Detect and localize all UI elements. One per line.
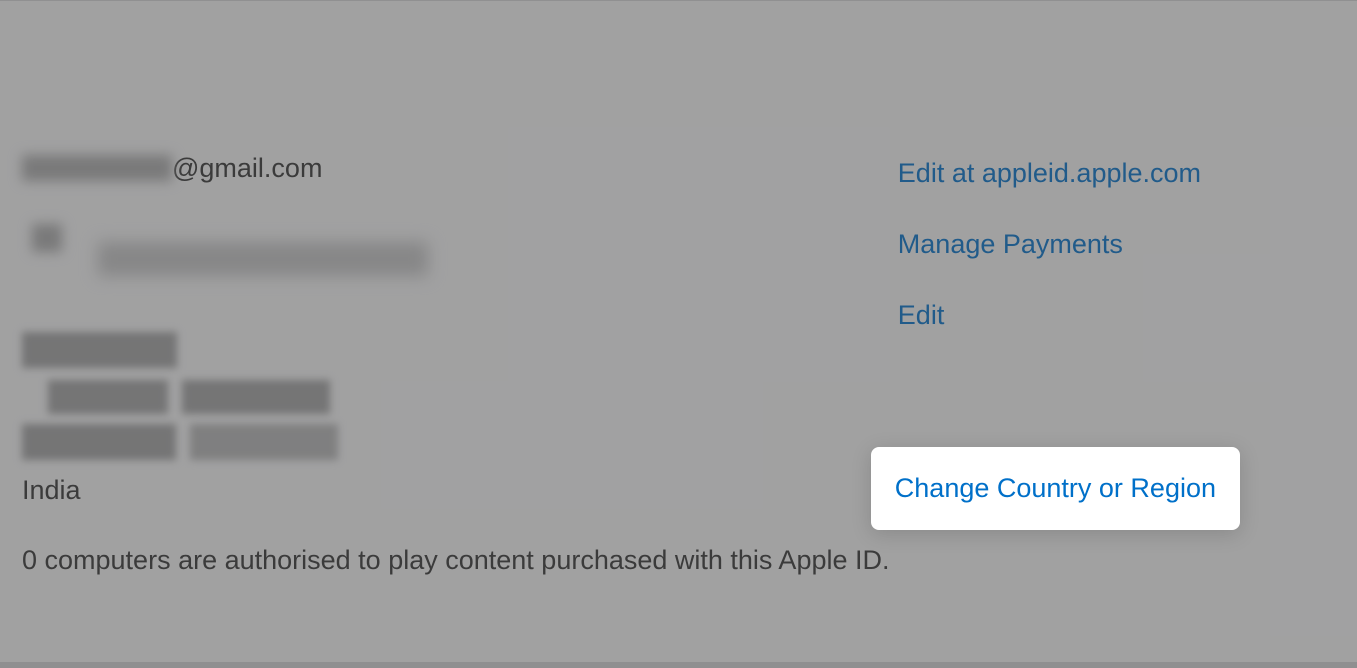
redacted-icon: [32, 224, 62, 252]
change-country-highlight-box: Change Country or Region: [871, 447, 1240, 530]
account-settings-panel: @gmail.com India 0 computers are authori…: [0, 0, 1357, 668]
email-domain-suffix: @gmail.com: [172, 153, 322, 184]
edit-address-link[interactable]: Edit: [898, 300, 1201, 331]
bottom-edge: [0, 662, 1357, 668]
redacted-text: [48, 380, 168, 414]
redacted-email-prefix: [22, 155, 172, 181]
account-info-column: @gmail.com: [22, 148, 322, 477]
account-actions-column: Edit at appleid.apple.com Manage Payment…: [898, 158, 1201, 371]
edit-at-appleid-link[interactable]: Edit at appleid.apple.com: [898, 158, 1201, 189]
manage-payments-link[interactable]: Manage Payments: [898, 229, 1201, 260]
redacted-address-block: [22, 332, 322, 477]
change-country-region-link[interactable]: Change Country or Region: [895, 473, 1216, 503]
redacted-text: [182, 380, 330, 414]
content-area: @gmail.com India 0 computers are authori…: [0, 0, 1357, 668]
redacted-text: [22, 332, 177, 368]
redacted-payment-row: [22, 224, 322, 276]
apple-id-email-row: @gmail.com: [22, 148, 322, 188]
authorized-computers-text: 0 computers are authorised to play conte…: [22, 545, 890, 576]
redacted-text: [190, 424, 338, 460]
country-region-value: India: [22, 475, 81, 506]
redacted-text: [98, 242, 428, 276]
redacted-text: [22, 424, 176, 460]
